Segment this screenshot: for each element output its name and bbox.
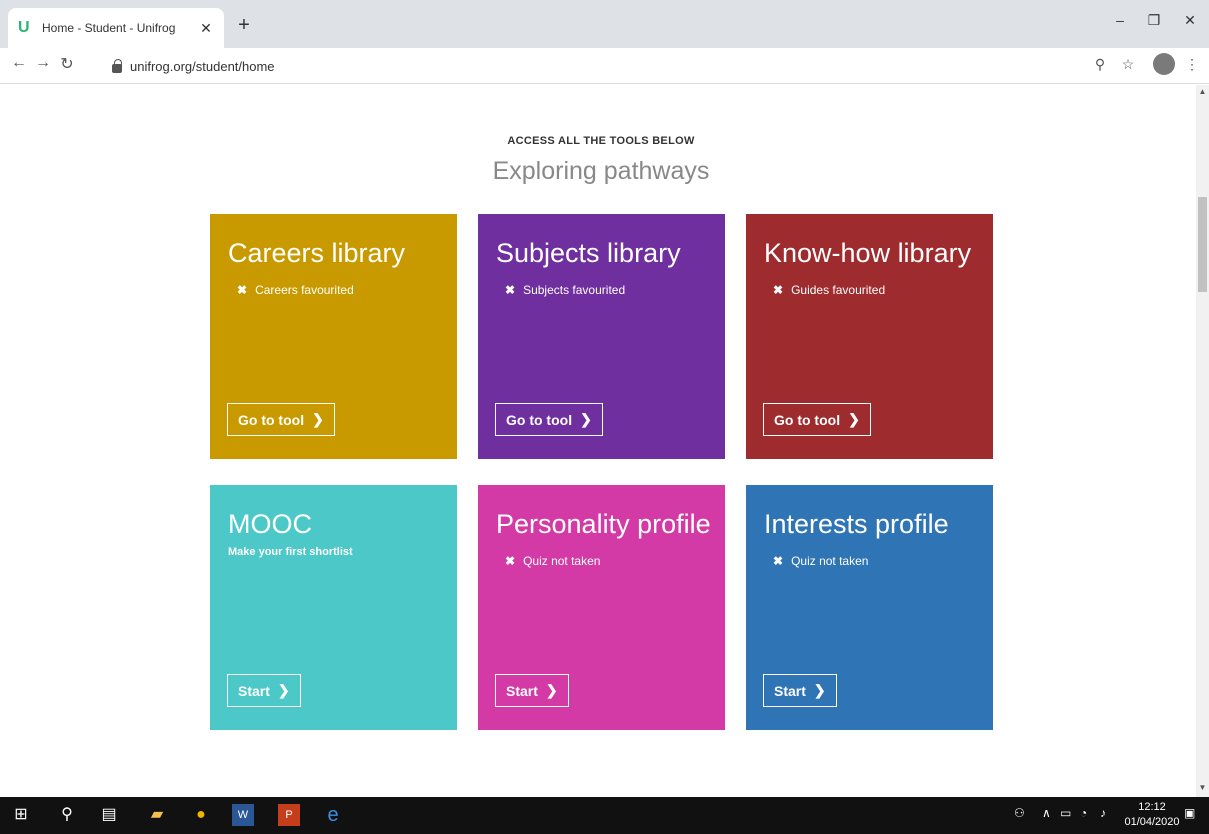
go-to-tool-button[interactable]: Go to tool ❯ — [495, 403, 603, 436]
profile-avatar[interactable] — [1153, 53, 1175, 75]
chevron-right-icon: ❯ — [545, 682, 558, 698]
task-view-icon[interactable]: ▤ — [98, 804, 120, 826]
tab-title: Home - Student - Unifrog — [42, 21, 176, 35]
chrome-icon[interactable]: ● — [190, 804, 212, 826]
card-mooc: MOOC Make your first shortlist Start ❯ — [210, 485, 457, 730]
zoom-icon[interactable]: ⚲ — [1090, 56, 1110, 73]
card-status: ✖ Subjects favourited — [496, 283, 707, 297]
button-label: Start — [774, 682, 806, 699]
card-subjects-library: Subjects library ✖ Subjects favourited G… — [478, 214, 725, 459]
button-label: Start — [238, 682, 270, 699]
page-title: Exploring pathways — [492, 157, 710, 185]
card-interests-profile: Interests profile ✖ Quiz not taken Start… — [746, 485, 993, 730]
card-title: Know-how library — [764, 238, 972, 268]
new-tab-icon[interactable]: + — [232, 14, 256, 37]
card-status-text: Guides favourited — [791, 283, 886, 297]
card-status: ✖ Quiz not taken — [496, 554, 707, 568]
go-to-tool-button[interactable]: Go to tool ❯ — [227, 403, 335, 436]
notifications-icon[interactable]: ▣ — [1184, 806, 1195, 820]
close-icon: ✖ — [505, 554, 516, 568]
browser-tab[interactable]: U Home - Student - Unifrog ✕ — [8, 8, 224, 48]
url-text: unifrog.org/student/home — [130, 58, 275, 74]
unifrog-favicon-icon: U — [18, 19, 30, 36]
file-explorer-icon[interactable]: ▰ — [146, 804, 168, 826]
card-title: Subjects library — [496, 238, 681, 268]
close-window-icon[interactable]: ✕ — [1178, 12, 1202, 29]
card-careers-library: Careers library ✖ Careers favourited Go … — [210, 214, 457, 459]
close-icon: ✖ — [505, 283, 516, 297]
windows-taskbar: ⊞ ⚲ ▤ ▰ ● W P e ⚇ ∧ ▭ ◔ ♪ 12:12 01/04/20… — [0, 797, 1209, 834]
chevron-right-icon: ❯ — [813, 682, 826, 698]
chevron-right-icon: ❯ — [848, 411, 860, 427]
page-content: ACCESS ALL THE TOOLS BELOW Exploring pat… — [0, 85, 1196, 797]
card-title: MOOC — [228, 509, 312, 539]
card-title: Personality profile — [496, 509, 711, 539]
button-label: Go to tool — [774, 411, 841, 428]
back-icon[interactable]: ← — [8, 54, 30, 72]
card-title: Careers library — [228, 238, 406, 268]
search-icon[interactable]: ⚲ — [56, 804, 78, 826]
button-label: Start — [506, 682, 538, 699]
close-icon: ✖ — [237, 283, 248, 297]
page-scrollbar[interactable]: ▲ ▼ — [1196, 85, 1209, 797]
clock-time: 12:12 — [1138, 801, 1166, 813]
card-title: Interests profile — [764, 509, 949, 539]
menu-icon[interactable]: ⋮ — [1182, 56, 1202, 73]
card-status: ✖ Quiz not taken — [764, 554, 975, 568]
scroll-thumb[interactable] — [1198, 197, 1207, 292]
close-icon: ✖ — [773, 554, 784, 568]
go-to-tool-button[interactable]: Go to tool ❯ — [763, 403, 871, 436]
people-icon[interactable]: ⚇ — [1014, 806, 1025, 820]
clock-date: 01/04/2020 — [1124, 816, 1180, 828]
lock-icon — [112, 58, 122, 73]
chevron-right-icon: ❯ — [580, 411, 592, 427]
card-status-text: Careers favourited — [255, 283, 354, 297]
close-tab-icon[interactable]: ✕ — [198, 20, 214, 37]
chevron-right-icon: ❯ — [312, 411, 324, 427]
battery-icon[interactable]: ▭ — [1060, 806, 1071, 820]
browser-tabstrip: U Home - Student - Unifrog ✕ + – ❐ ✕ — [0, 0, 1209, 48]
start-button[interactable]: Start ❯ — [763, 674, 837, 707]
minimize-icon[interactable]: – — [1108, 12, 1132, 28]
card-status-text: Quiz not taken — [791, 554, 869, 568]
forward-icon[interactable]: → — [32, 54, 54, 72]
card-know-how-library: Know-how library ✖ Guides favourited Go … — [746, 214, 993, 459]
bookmark-star-icon[interactable]: ☆ — [1118, 56, 1138, 73]
button-label: Go to tool — [506, 411, 573, 428]
card-status: ✖ Careers favourited — [228, 283, 439, 297]
taskbar-clock[interactable]: 12:12 01/04/2020 — [1122, 800, 1182, 830]
address-bar[interactable]: unifrog.org/student/home — [112, 54, 1072, 78]
button-label: Go to tool — [238, 411, 305, 428]
restore-icon[interactable]: ❐ — [1142, 12, 1166, 29]
card-status: ✖ Guides favourited — [764, 283, 975, 297]
card-subtitle: Make your first shortlist — [228, 546, 353, 558]
edge-icon[interactable]: e — [322, 804, 344, 826]
card-personality-profile: Personality profile ✖ Quiz not taken Sta… — [478, 485, 725, 730]
start-button[interactable]: Start ❯ — [227, 674, 301, 707]
reload-icon[interactable]: ↻ — [56, 54, 78, 74]
chevron-up-icon[interactable]: ∧ — [1042, 806, 1051, 820]
browser-toolbar: ← → ↻ unifrog.org/student/home ⚲ ☆ ⋮ — [0, 48, 1209, 84]
powerpoint-icon[interactable]: P — [278, 804, 300, 826]
card-status-text: Subjects favourited — [523, 283, 626, 297]
volume-icon[interactable]: ♪ — [1100, 806, 1106, 820]
windows-start-icon[interactable]: ⊞ — [10, 804, 32, 826]
close-icon: ✖ — [773, 283, 784, 297]
card-status-text: Quiz not taken — [523, 554, 601, 568]
start-button[interactable]: Start ❯ — [495, 674, 569, 707]
scroll-down-icon[interactable]: ▼ — [1196, 783, 1209, 792]
chevron-right-icon: ❯ — [277, 682, 290, 698]
wifi-icon[interactable]: ◔ — [1080, 806, 1087, 820]
scroll-up-icon[interactable]: ▲ — [1196, 87, 1209, 96]
section-eyebrow: ACCESS ALL THE TOOLS BELOW — [507, 135, 695, 147]
word-icon[interactable]: W — [232, 804, 254, 826]
